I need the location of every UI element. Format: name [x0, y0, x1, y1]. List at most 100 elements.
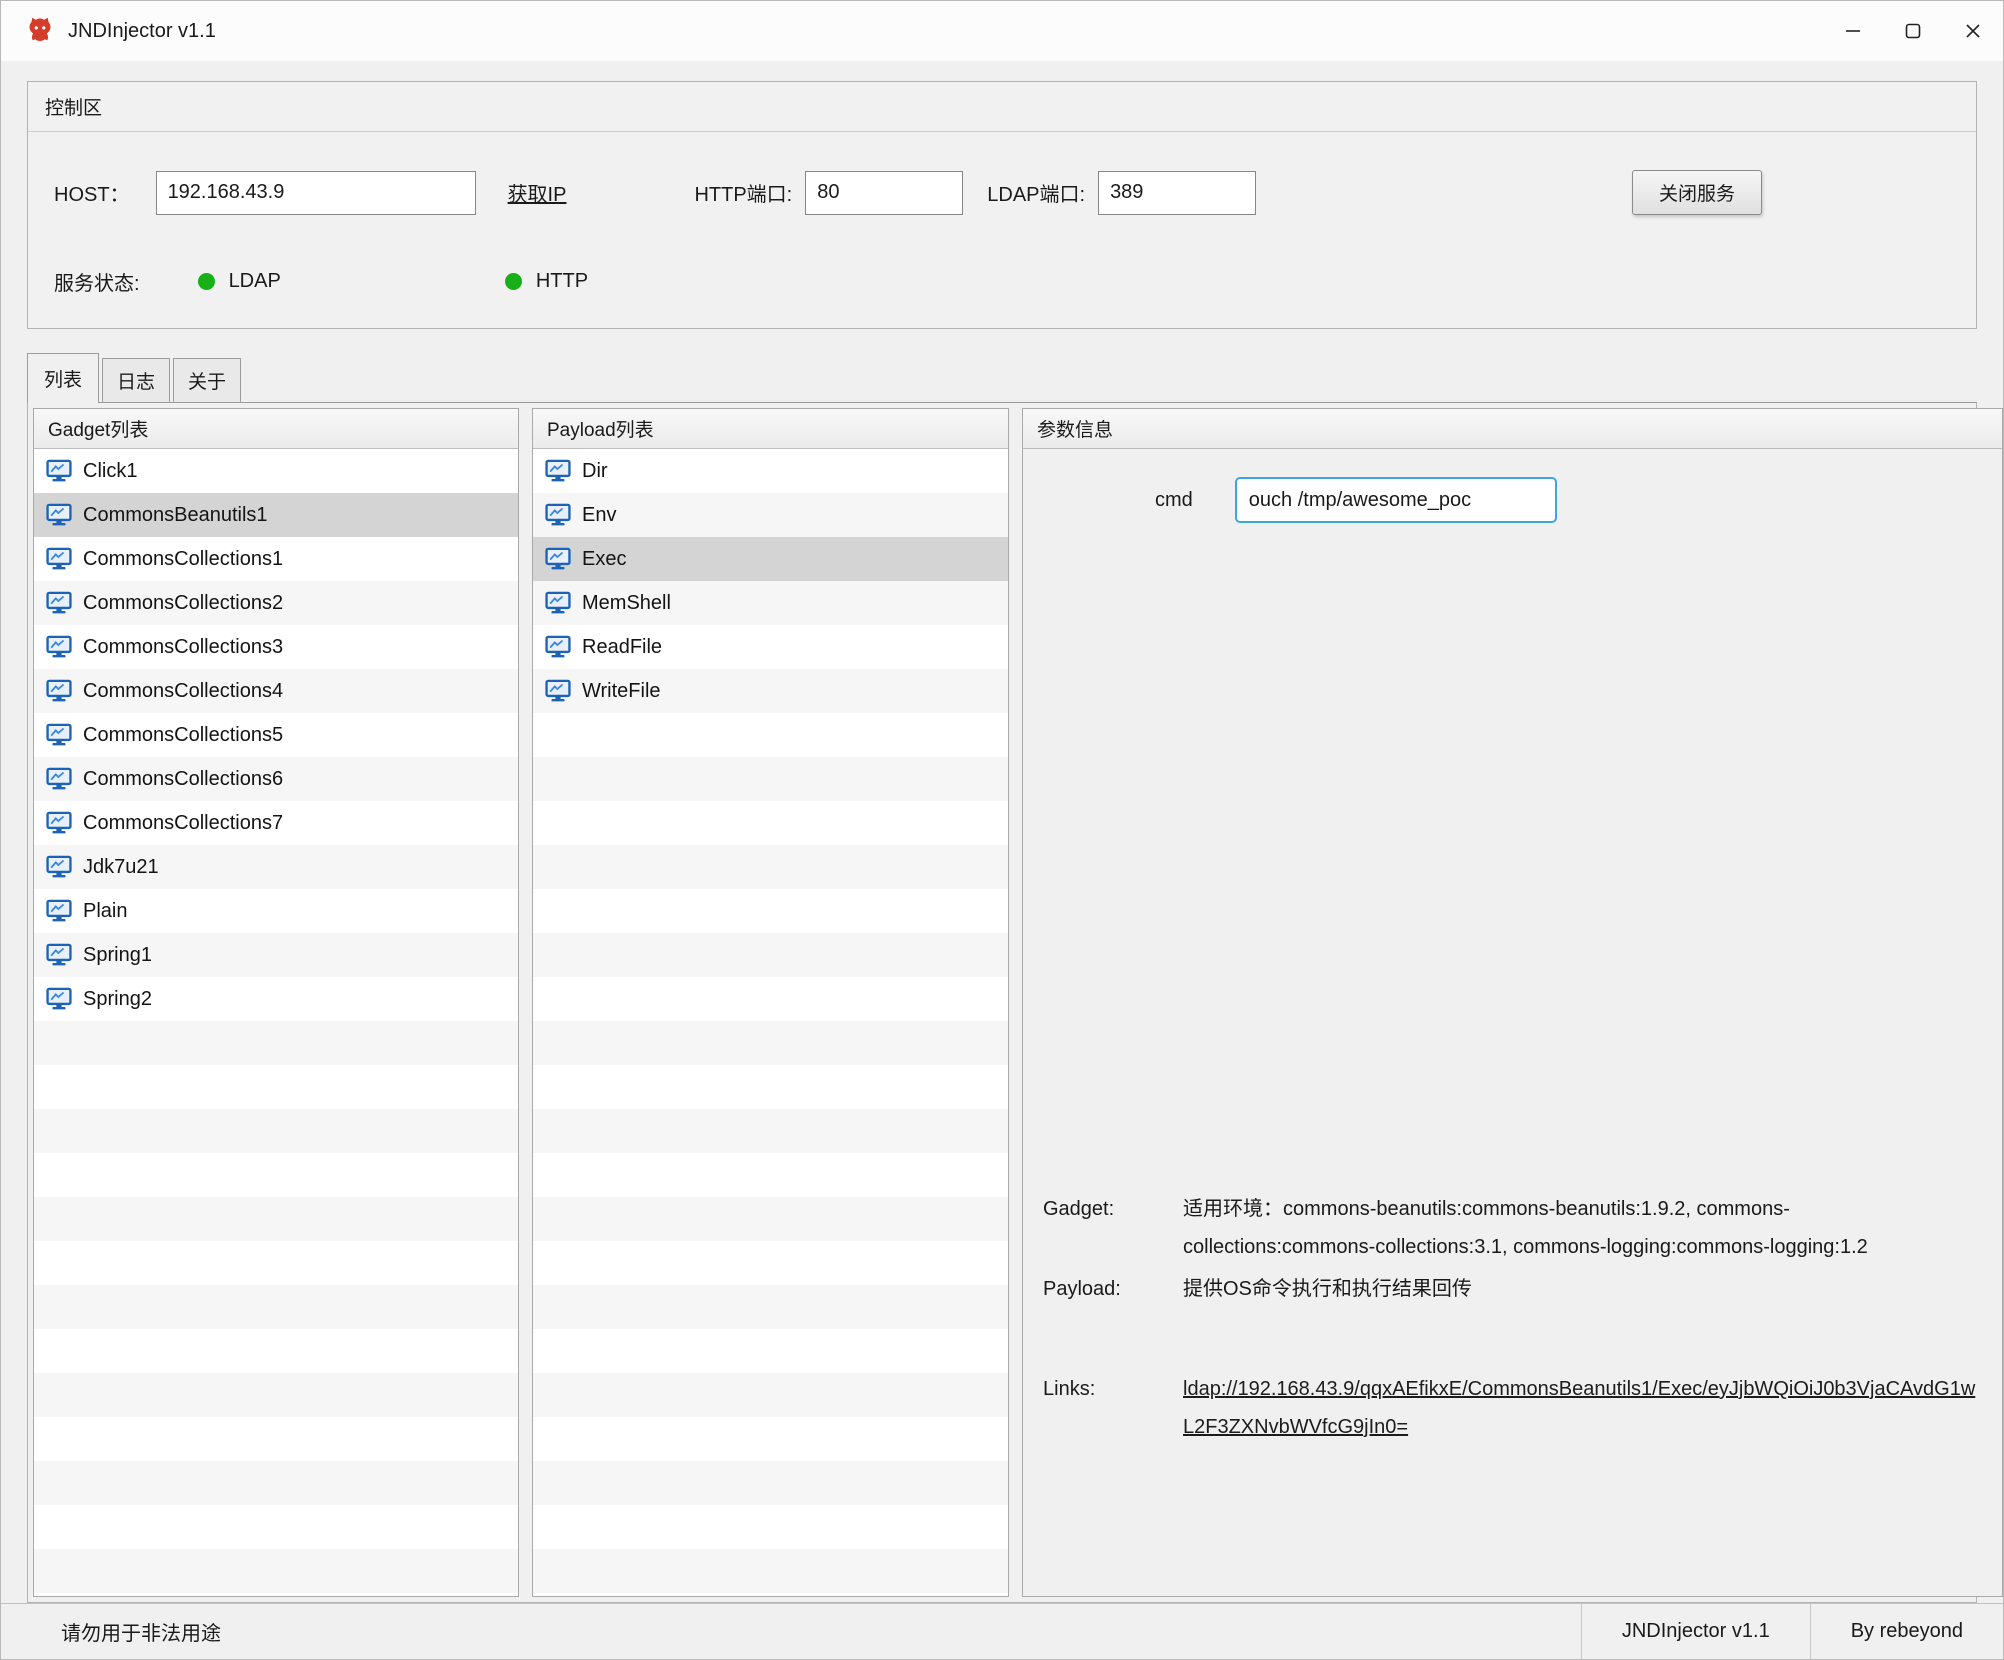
computer-monitor-icon [46, 722, 72, 748]
computer-monitor-icon [545, 458, 571, 484]
cmd-row: cmd [1023, 449, 2002, 523]
minimize-button[interactable] [1823, 1, 1883, 61]
params-body: cmd Gadget: 适用环境：commons-beanutils:commo… [1023, 449, 2002, 1596]
cmd-label: cmd [1155, 489, 1193, 512]
payload-list[interactable]: Dir Env Exec MemShell ReadFileWriteFile [533, 449, 1008, 1596]
list-item-label: Spring1 [83, 944, 152, 967]
computer-monitor-icon [545, 590, 571, 616]
control-row-inputs: HOST： 获取IP HTTP端口: LDAP端口: 关闭服务 [28, 132, 1976, 215]
statusbar: 请勿用于非法用途 JNDInjector v1.1 By rebeyond [1, 1603, 2003, 1659]
params-info: Gadget: 适用环境：commons-beanutils:commons-b… [1023, 1190, 2002, 1596]
tab-list[interactable]: 列表 [27, 353, 99, 403]
http-port-input[interactable] [805, 171, 963, 215]
list-item-readfile[interactable]: ReadFile [533, 625, 1008, 669]
host-input[interactable] [156, 171, 476, 215]
list-item-commonsbeanutils1[interactable]: CommonsBeanutils1 [34, 493, 518, 537]
list-item-label: Env [582, 504, 616, 527]
maximize-button[interactable] [1883, 1, 1943, 61]
statusbar-right: JNDInjector v1.1 By rebeyond [1581, 1604, 2003, 1659]
computer-monitor-icon [545, 546, 571, 572]
http-status-dot-icon [505, 273, 522, 290]
list-item-commonscollections2[interactable]: CommonsCollections2 [34, 581, 518, 625]
list-item-label: CommonsCollections6 [83, 768, 283, 791]
list-item-click1[interactable]: Click1 [34, 449, 518, 493]
list-item-spring1[interactable]: Spring1 [34, 933, 518, 977]
statusbar-disclaimer: 请勿用于非法用途 [61, 1617, 221, 1646]
computer-monitor-icon [46, 546, 72, 572]
list-item-commonscollections3[interactable]: CommonsCollections3 [34, 625, 518, 669]
ldap-status-text: LDAP [229, 270, 281, 293]
list-item-memshell[interactable]: MemShell [533, 581, 1008, 625]
list-item-label: Jdk7u21 [83, 856, 159, 879]
list-item-label: Plain [83, 900, 127, 923]
list-item-label: Click1 [83, 460, 137, 483]
list-item-label: CommonsCollections2 [83, 592, 283, 615]
computer-monitor-icon [46, 502, 72, 528]
ldap-payload-link[interactable]: ldap://192.168.43.9/qqxAEfikxE/CommonsBe… [1183, 1370, 1978, 1446]
computer-monitor-icon [46, 898, 72, 924]
list-item-jdk7u21[interactable]: Jdk7u21 [34, 845, 518, 889]
list-item-commonscollections4[interactable]: CommonsCollections4 [34, 669, 518, 713]
app-logo-icon [25, 16, 55, 46]
list-item-label: CommonsCollections7 [83, 812, 283, 835]
statusbar-author: By rebeyond [1810, 1604, 2003, 1659]
cmd-input[interactable] [1235, 477, 1557, 523]
list-item-commonscollections6[interactable]: CommonsCollections6 [34, 757, 518, 801]
gadget-list[interactable]: Click1 CommonsBeanutils1 CommonsCollection… [34, 449, 518, 1596]
list-item-label: CommonsBeanutils1 [83, 504, 268, 527]
gadget-info-label: Gadget: [1043, 1190, 1183, 1266]
list-item-commonscollections7[interactable]: CommonsCollections7 [34, 801, 518, 845]
tab-about[interactable]: 关于 [173, 358, 241, 402]
params-panel-title: 参数信息 [1023, 409, 2002, 449]
service-status-label: 服务状态: [54, 267, 140, 296]
get-ip-link[interactable]: 获取IP [508, 178, 567, 207]
computer-monitor-icon [545, 634, 571, 660]
list-item-label: Dir [582, 460, 608, 483]
window-title: JNDInjector v1.1 [68, 20, 216, 43]
list-item-label: Exec [582, 548, 626, 571]
ldap-port-input[interactable] [1098, 171, 1256, 215]
tab-page-list: Gadget列表 Click1 CommonsBeanutils1 CommonsC… [27, 403, 1977, 1603]
app-window: JNDInjector v1.1 控制区 HOST： 获取IP HTTP端口: … [0, 0, 2004, 1660]
payload-panel-title: Payload列表 [533, 409, 1008, 449]
tabstrip: 列表 日志 关于 [27, 353, 1977, 403]
titlebar: JNDInjector v1.1 [1, 1, 2003, 61]
list-item-label: CommonsCollections5 [83, 724, 283, 747]
computer-monitor-icon [46, 854, 72, 880]
list-item-commonscollections1[interactable]: CommonsCollections1 [34, 537, 518, 581]
list-item-plain[interactable]: Plain [34, 889, 518, 933]
gadget-info-text: 适用环境：commons-beanutils:commons-beanutils… [1183, 1190, 1978, 1266]
computer-monitor-icon [46, 942, 72, 968]
payload-info-label: Payload: [1043, 1270, 1183, 1308]
list-item-label: CommonsCollections3 [83, 636, 283, 659]
computer-monitor-icon [46, 590, 72, 616]
gadget-info-row: Gadget: 适用环境：commons-beanutils:commons-b… [1043, 1190, 1978, 1266]
gadget-panel: Gadget列表 Click1 CommonsBeanutils1 CommonsC… [33, 408, 519, 1597]
ldap-status-dot-icon [198, 273, 215, 290]
computer-monitor-icon [46, 766, 72, 792]
http-port-label: HTTP端口: [694, 178, 792, 207]
control-row-status: 服务状态: LDAP HTTP [28, 215, 1976, 328]
list-item-env[interactable]: Env [533, 493, 1008, 537]
close-service-button[interactable]: 关闭服务 [1632, 170, 1762, 215]
computer-monitor-icon [46, 986, 72, 1012]
computer-monitor-icon [46, 634, 72, 660]
payload-info-text: 提供OS命令执行和执行结果回传 [1183, 1270, 1978, 1308]
control-panel: 控制区 HOST： 获取IP HTTP端口: LDAP端口: 关闭服务 服务状态… [27, 81, 1977, 329]
computer-monitor-icon [46, 810, 72, 836]
computer-monitor-icon [545, 678, 571, 704]
list-item-label: CommonsCollections4 [83, 680, 283, 703]
list-item-label: CommonsCollections1 [83, 548, 283, 571]
list-item-spring2[interactable]: Spring2 [34, 977, 518, 1021]
computer-monitor-icon [46, 458, 72, 484]
tab-log[interactable]: 日志 [102, 358, 170, 402]
computer-monitor-icon [46, 678, 72, 704]
params-panel: 参数信息 cmd Gadget: 适用环境：commons-beanutils:… [1022, 408, 2003, 1597]
close-button[interactable] [1943, 1, 2003, 61]
list-item-exec[interactable]: Exec [533, 537, 1008, 581]
list-item-writefile[interactable]: WriteFile [533, 669, 1008, 713]
list-item-label: MemShell [582, 592, 671, 615]
gadget-panel-title: Gadget列表 [34, 409, 518, 449]
list-item-commonscollections5[interactable]: CommonsCollections5 [34, 713, 518, 757]
list-item-dir[interactable]: Dir [533, 449, 1008, 493]
